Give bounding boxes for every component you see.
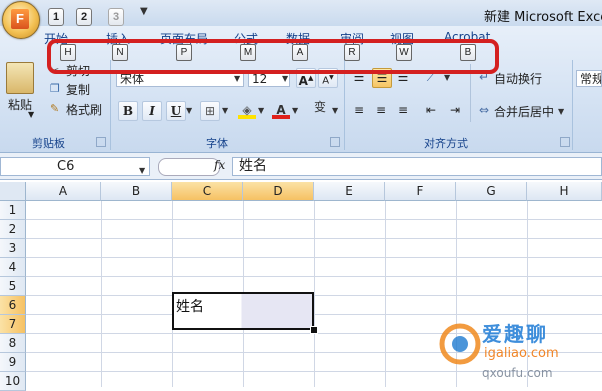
window-title: 新建 Microsoft Excel [484, 10, 602, 25]
copy-button[interactable]: 复制 [66, 81, 90, 98]
wrap-text-button[interactable]: 自动换行 [494, 70, 542, 87]
qat-customize-icon[interactable]: ▼ [140, 6, 148, 17]
italic-button[interactable]: I [142, 101, 162, 121]
row-header-5[interactable]: 5 [0, 277, 26, 296]
align-center-icon[interactable]: ≡ [372, 101, 390, 119]
name-box-value: C6 [57, 159, 75, 174]
grid-line [26, 238, 602, 239]
phonetic-dropdown-icon[interactable]: ▼ [332, 106, 338, 115]
font-size-dropdown-icon[interactable]: ▼ [282, 74, 288, 83]
borders-icon[interactable]: ⊞ [200, 101, 220, 121]
watermark-logo: 爱趣聊 igaliao.com qxoufu.com [438, 312, 602, 387]
insert-function-button[interactable]: fx [214, 158, 225, 172]
name-box-dropdown-icon[interactable]: ▼ [139, 162, 145, 179]
office-button[interactable]: F [2, 1, 40, 39]
underline-dropdown-icon[interactable]: ▼ [186, 106, 192, 115]
keytip-n[interactable]: N [112, 44, 128, 61]
column-header-a[interactable]: A [26, 182, 101, 201]
formula-bar-tools-oval[interactable] [158, 158, 220, 176]
row-header-7[interactable]: 7 [0, 315, 26, 334]
column-header-c[interactable]: C [172, 182, 243, 201]
formula-tools: fx [150, 157, 232, 176]
format-painter-icon[interactable]: ✎ [50, 102, 59, 115]
copy-icon[interactable]: ❐ [50, 82, 60, 95]
grid-line [314, 201, 315, 387]
keytip-r[interactable]: R [344, 44, 360, 61]
row-header-9[interactable]: 9 [0, 353, 26, 372]
clipboard-group-label: 剪贴板 [32, 137, 65, 150]
column-header-e[interactable]: E [314, 182, 385, 201]
select-all-corner[interactable] [0, 182, 26, 201]
formula-input[interactable]: 姓名 [232, 157, 602, 176]
format-painter-button[interactable]: 格式刷 [66, 101, 102, 118]
row-header-4[interactable]: 4 [0, 258, 26, 277]
grid-line [26, 257, 602, 258]
grid-line [26, 276, 602, 277]
keytip-p[interactable]: P [176, 44, 192, 61]
borders-dropdown-icon[interactable]: ▼ [222, 106, 228, 115]
font-color-icon[interactable]: A [272, 101, 290, 119]
alignment-launcher-icon[interactable] [560, 137, 570, 147]
grid-line [26, 219, 602, 220]
paste-icon[interactable] [6, 62, 34, 94]
name-box[interactable]: C6 ▼ [0, 157, 150, 176]
align-left-icon[interactable]: ≡ [350, 101, 368, 119]
increase-indent-icon[interactable]: ⇥ [446, 101, 464, 119]
alignment-group-label: 对齐方式 [424, 137, 468, 150]
fill-handle[interactable] [310, 326, 318, 334]
qat-keytip-1[interactable]: 1 [48, 8, 64, 26]
column-header-h[interactable]: H [527, 182, 602, 201]
grid-line [385, 201, 386, 387]
column-header-f[interactable]: F [385, 182, 456, 201]
grid-line [26, 295, 602, 296]
row-header-1[interactable]: 1 [0, 201, 26, 220]
font-launcher-icon[interactable] [330, 137, 340, 147]
office-logo-icon: F [11, 9, 29, 29]
column-header-d[interactable]: D [243, 182, 314, 201]
column-header-b[interactable]: B [101, 182, 172, 201]
row-header-6[interactable]: 6 [0, 296, 26, 315]
keytip-m[interactable]: M [240, 44, 256, 61]
keytip-b[interactable]: B [460, 44, 476, 61]
watermark-url-2: qxoufu.com [482, 366, 553, 380]
align-right-icon[interactable]: ≡ [394, 101, 412, 119]
number-format-value: 常规 [580, 72, 602, 86]
number-format-combo[interactable]: 常规 [576, 70, 602, 87]
keytip-h[interactable]: H [60, 44, 76, 61]
watermark-title: 爱趣聊 [482, 322, 548, 346]
font-color-dropdown-icon[interactable]: ▼ [292, 106, 298, 115]
font-name-value: 宋体 [120, 72, 145, 86]
fill-color-icon[interactable]: ◈ [238, 101, 256, 119]
phonetic-button[interactable]: 变 [308, 98, 332, 120]
selected-cell-c6[interactable]: 姓名 [172, 292, 314, 330]
fill-color-dropdown-icon[interactable]: ▼ [258, 106, 264, 115]
row-header-10[interactable]: 10 [0, 372, 26, 391]
merge-center-dropdown-icon[interactable]: ▼ [558, 107, 564, 116]
font-name-dropdown-icon[interactable]: ▼ [234, 74, 240, 83]
group-divider [572, 60, 573, 150]
paste-dropdown-icon[interactable]: ▼ [28, 110, 34, 119]
clipboard-launcher-icon[interactable] [96, 137, 106, 147]
watermark-url: igaliao.com [484, 346, 559, 361]
grid-line [101, 201, 102, 387]
merge-center-button[interactable]: 合并后居中 [494, 103, 554, 120]
font-group-label: 字体 [206, 137, 228, 150]
row-header-3[interactable]: 3 [0, 239, 26, 258]
orientation-dropdown-icon[interactable]: ▼ [444, 73, 450, 82]
row-header-2[interactable]: 2 [0, 220, 26, 239]
qat-keytip-2[interactable]: 2 [76, 8, 92, 26]
font-size-value: 12 [252, 72, 268, 86]
merge-center-icon[interactable]: ⇔ [476, 101, 492, 119]
row-header-8[interactable]: 8 [0, 334, 26, 353]
qat-keytip-3[interactable]: 3 [108, 8, 124, 26]
bold-button[interactable]: B [118, 101, 138, 121]
cell-c6-text: 姓名 [176, 299, 204, 315]
column-header-g[interactable]: G [456, 182, 527, 201]
keytip-w[interactable]: W [396, 44, 412, 61]
decrease-indent-icon[interactable]: ⇤ [422, 101, 440, 119]
keytip-a[interactable]: A [292, 44, 308, 61]
underline-button[interactable]: U [166, 101, 186, 121]
